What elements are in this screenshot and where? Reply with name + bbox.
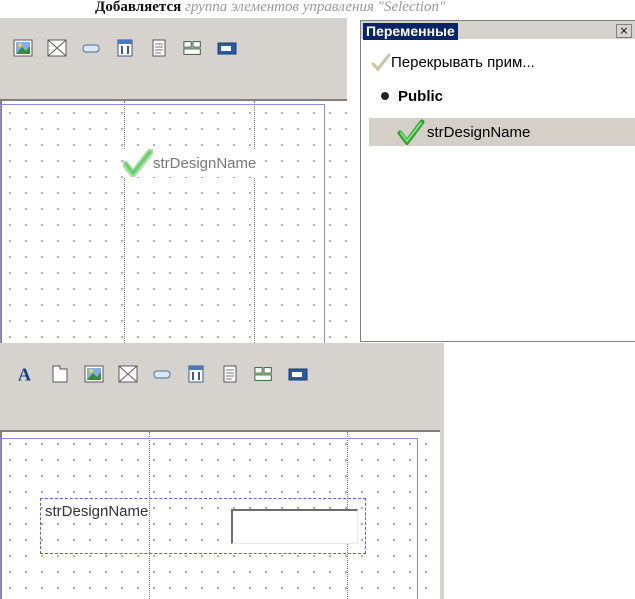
calendar-icon[interactable] — [186, 364, 206, 384]
group-icon[interactable] — [254, 364, 274, 384]
top-toolbar — [0, 18, 347, 78]
panel-title: Переменные — [363, 23, 458, 40]
image-placeholder-icon[interactable] — [118, 364, 138, 384]
document-icon[interactable] — [220, 364, 240, 384]
bottom-design-canvas[interactable]: strDesignName — [0, 430, 440, 599]
top-design-canvas[interactable]: strDesignName — [0, 99, 347, 345]
selection-group[interactable]: strDesignName — [40, 498, 366, 554]
check-icon — [371, 53, 391, 72]
tree-item-override[interactable]: Перекрывать прим... — [361, 49, 635, 75]
tree-item-label: strDesignName — [427, 123, 531, 141]
image-placeholder-icon[interactable] — [47, 38, 67, 58]
textbox-icon[interactable] — [217, 38, 237, 58]
top-designer-window: strDesignName — [0, 18, 347, 345]
variables-panel: Переменные × Перекрывать прим... Public … — [360, 20, 635, 342]
checkbox-control[interactable]: strDesignName — [123, 149, 257, 177]
check-icon — [397, 119, 425, 145]
textbox-icon[interactable] — [288, 364, 308, 384]
close-icon[interactable]: × — [616, 24, 632, 38]
caption-bold: Добавляется — [95, 0, 182, 14]
picture-icon[interactable] — [13, 38, 33, 58]
checkbox-label: strDesignName — [153, 154, 257, 172]
tree-item-label: Public — [398, 87, 444, 105]
tree-item-label: Перекрывать прим... — [391, 53, 535, 71]
text-icon[interactable]: A — [16, 364, 36, 384]
panel-title-bar: Переменные × — [361, 21, 635, 40]
picture-icon[interactable] — [84, 364, 104, 384]
document-icon[interactable] — [149, 38, 169, 58]
form-boundary — [0, 104, 325, 345]
tree-item-public[interactable]: Public — [361, 83, 635, 109]
caption: Добавляется группа элементов управления … — [0, 0, 635, 14]
field-label: strDesignName — [45, 503, 149, 520]
group-icon[interactable] — [183, 38, 203, 58]
button-icon[interactable] — [81, 38, 101, 58]
frame-icon[interactable] — [50, 364, 70, 384]
tree-item-strdesignname[interactable]: strDesignName — [369, 118, 635, 146]
bullet-icon — [381, 92, 389, 100]
bottom-toolbar: A — [0, 343, 444, 405]
button-icon[interactable] — [152, 364, 172, 384]
check-icon — [123, 149, 153, 177]
design-name-input[interactable] — [231, 509, 358, 544]
caption-italic: группа элементов управления "Selection" — [185, 0, 446, 14]
bottom-designer-window: A strDesignName — [0, 343, 444, 599]
calendar-icon[interactable] — [115, 38, 135, 58]
svg-text:A: A — [18, 364, 31, 384]
